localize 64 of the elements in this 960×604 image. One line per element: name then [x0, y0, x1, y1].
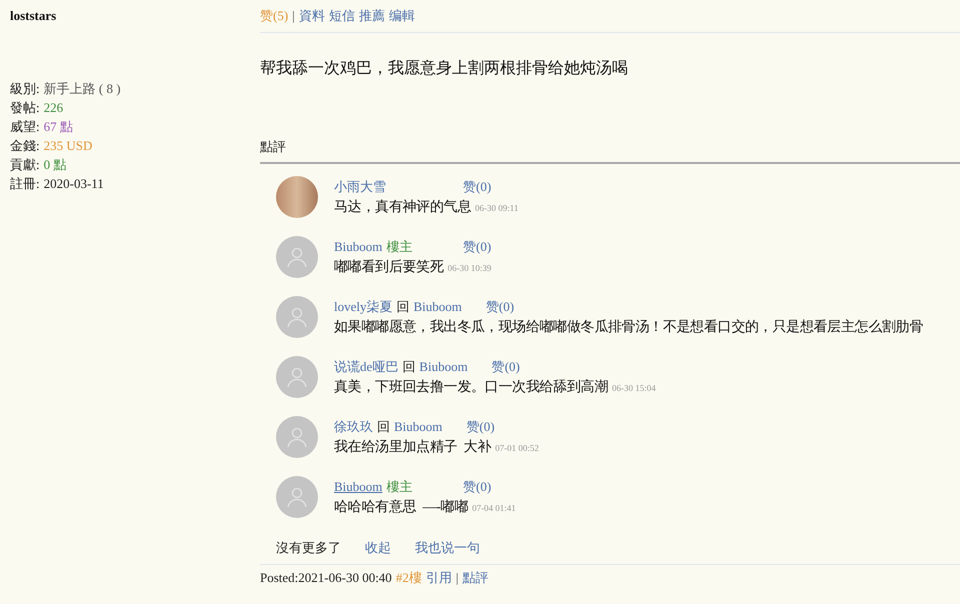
- stat-value: 0 點: [44, 156, 66, 174]
- like-link[interactable]: 赞(0): [463, 479, 492, 495]
- footer-link[interactable]: 我也说一句: [415, 538, 480, 558]
- default-avatar: [276, 476, 318, 518]
- stat-value: 226: [44, 98, 64, 116]
- default-avatar: [276, 416, 318, 458]
- stat-label: 級別:: [10, 80, 40, 98]
- comment-text: 如果嘟嘟愿意，我出冬瓜，现场给嘟嘟做冬瓜排骨汤！不是想看口交的，只是想看层主怎么割肋骨: [334, 318, 924, 337]
- stat-label: 貢獻:: [10, 156, 40, 174]
- stat-value: 235 USD: [44, 136, 92, 154]
- stat-label: 發帖:: [10, 98, 40, 116]
- username-link[interactable]: 徐玖玖: [334, 419, 373, 435]
- comment-text: 马达，真有神评的气息: [334, 198, 472, 217]
- review-link[interactable]: 點評: [462, 568, 488, 587]
- author-label: 樓主: [386, 479, 412, 495]
- action-link[interactable]: 推薦: [358, 6, 385, 26]
- username-link[interactable]: 小雨大雪: [334, 179, 386, 195]
- comment-time: 07-04 01:41: [472, 502, 516, 515]
- comments-heading: 點評: [260, 136, 960, 164]
- reply-to-link[interactable]: Biuboom: [414, 299, 462, 315]
- username-link[interactable]: Biuboom: [334, 239, 382, 255]
- reply-to-link[interactable]: Biuboom: [419, 359, 468, 375]
- like-link[interactable]: 赞(0): [463, 179, 492, 195]
- default-avatar: [276, 236, 318, 278]
- action-link[interactable]: 短信: [328, 6, 355, 26]
- separator: |: [292, 7, 295, 25]
- avatar-photo: [276, 176, 318, 218]
- comment-text: 我在给汤里加点精子 大补: [334, 438, 492, 457]
- like-link[interactable]: 赞(0): [486, 299, 514, 315]
- stat-value: 67 點: [44, 118, 73, 136]
- stat-label: 註冊:: [10, 174, 40, 192]
- comment-time: 06-30 10:39: [448, 262, 492, 275]
- comment-time: 06-30 09:11: [475, 202, 518, 215]
- stat-value: 2020-03-11: [44, 174, 104, 192]
- stat-label: 金錢:: [10, 136, 40, 154]
- username-link[interactable]: Biuboom: [334, 479, 382, 495]
- quote-link[interactable]: 引用: [426, 568, 452, 587]
- username: loststars: [10, 7, 58, 25]
- like-link[interactable]: 赞(0): [463, 239, 492, 255]
- footer-link[interactable]: 收起: [365, 538, 391, 558]
- stat-label: 威望:: [10, 118, 40, 136]
- username-link[interactable]: lovely柒夏: [334, 299, 392, 315]
- reply-to-link[interactable]: Biuboom: [394, 419, 442, 435]
- no-more-text: 沒有更多了: [276, 539, 341, 557]
- default-avatar: [276, 296, 318, 338]
- like-link[interactable]: 赞(0): [466, 419, 495, 435]
- separator: |: [456, 568, 458, 587]
- default-avatar: [276, 356, 318, 398]
- reply-label: 回: [396, 299, 410, 315]
- post-text: 帮我舔一次鸡巴，我愿意身上割两根排骨给她炖汤喝: [260, 58, 629, 78]
- like-link[interactable]: 赞(0): [492, 359, 520, 375]
- author-label: 樓主: [386, 239, 412, 255]
- stat-value: 新手上路 ( 8 ): [44, 80, 121, 98]
- comment-text: 哈哈哈有意思 —-嘟嘟: [334, 498, 468, 517]
- action-link[interactable]: 编輯: [388, 6, 415, 26]
- reply-label: 回: [402, 359, 416, 375]
- comment-text: 真美，下班回去撸一发。口一次我给舔到高潮: [334, 378, 608, 397]
- reply-label: 回: [377, 419, 390, 435]
- comment-time: 07-01 00:52: [495, 442, 539, 455]
- posted-time: Posted:2021-06-30 00:40: [260, 568, 392, 586]
- comment-text: 嘟嘟看到后要笑死: [334, 258, 444, 277]
- username-link[interactable]: 说谎de哑巴: [334, 359, 398, 375]
- comment-time: 06-30 15:04: [612, 382, 656, 395]
- action-link[interactable]: 資料: [298, 6, 325, 26]
